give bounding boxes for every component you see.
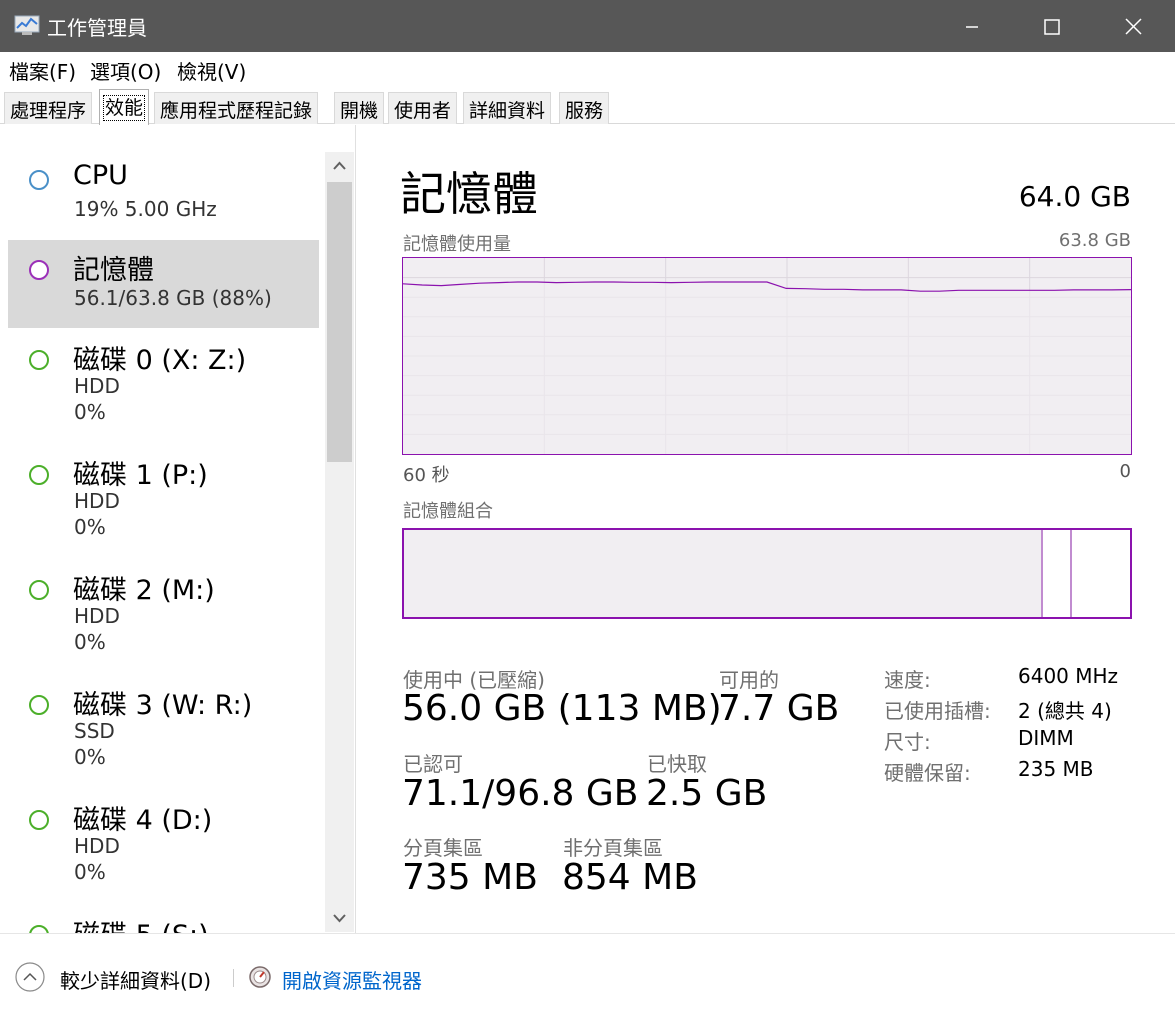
sidebar-item-disk-5[interactable]: 磁碟 5 (S:) xyxy=(8,905,319,933)
sidebar-scrollbar[interactable] xyxy=(325,152,354,932)
disk-indicator-icon xyxy=(29,465,49,485)
tab-processes[interactable]: 處理程序 xyxy=(4,92,93,124)
open-resource-monitor-link[interactable]: 開啟資源監視器 xyxy=(282,965,422,994)
scrollbar-thumb[interactable] xyxy=(327,182,352,462)
sidebar-item-name: 磁碟 1 (P:) xyxy=(73,460,208,491)
menu-file[interactable]: 檔案(F) xyxy=(9,56,76,85)
available-value: 7.7 GB xyxy=(718,688,840,729)
chevron-up-icon[interactable] xyxy=(14,961,46,993)
sidebar-item-disk-2[interactable]: 磁碟 2 (M:) HDD 0% xyxy=(8,560,319,670)
resource-list: CPU 19% 5.00 GHz 記憶體 56.1/63.8 GB (88%) … xyxy=(0,125,356,933)
in-use-value: 56.0 GB (113 MB) xyxy=(402,688,722,729)
tab-label: 詳細資料 xyxy=(469,100,546,122)
sidebar-item-type: HDD xyxy=(74,374,120,398)
scroll-up-icon[interactable] xyxy=(325,152,354,180)
composition-in-use xyxy=(404,530,1043,617)
menu-options[interactable]: 選項(O) xyxy=(90,56,161,85)
memory-total: 64.0 GB xyxy=(1018,180,1131,213)
tab-label: 處理程序 xyxy=(10,100,87,122)
nonpaged-pool-value: 854 MB xyxy=(562,857,698,898)
tab-label: 應用程式歷程記錄 xyxy=(160,100,313,122)
tab-label: 效能 xyxy=(102,95,146,121)
title-bar: 工作管理員 xyxy=(0,0,1175,52)
disk-indicator-icon xyxy=(29,810,49,830)
tab-bar: 處理程序 效能 應用程式歷程記錄 開機 使用者 詳細資料 服務 xyxy=(0,86,1175,125)
memory-indicator-icon xyxy=(29,260,49,280)
sidebar-item-usage: 0% xyxy=(74,745,106,769)
sidebar-item-cpu[interactable]: CPU 19% 5.00 GHz xyxy=(8,150,319,238)
cached-value: 2.5 GB xyxy=(646,773,768,814)
graph-axis-right: 0 xyxy=(1119,461,1131,482)
hardware-reserved-value: 235 MB xyxy=(1018,757,1094,781)
sidebar-item-type: SSD xyxy=(74,719,115,743)
speed-label: 速度: xyxy=(884,668,931,692)
footer-bar: 較少詳細資料(D) 開啟資源監視器 xyxy=(0,933,1175,1020)
fewer-details-button[interactable]: 較少詳細資料(D) xyxy=(60,965,211,994)
sidebar-item-usage: 0% xyxy=(74,400,106,424)
sidebar-item-usage: 0% xyxy=(74,630,106,654)
composition-modified xyxy=(1043,530,1072,617)
form-factor-value: DIMM xyxy=(1018,726,1074,750)
sidebar-item-type: HDD xyxy=(74,489,120,513)
graph-axis-left: 60 秒 xyxy=(403,465,450,486)
hardware-reserved-label: 硬體保留: xyxy=(884,761,971,785)
tab-performance[interactable]: 效能 xyxy=(99,89,150,125)
form-factor-label: 尺寸: xyxy=(884,730,931,754)
committed-value: 71.1/96.8 GB xyxy=(402,773,639,814)
sidebar-item-name: 磁碟 3 (W: R:) xyxy=(73,690,253,721)
sidebar-item-disk-0[interactable]: 磁碟 0 (X: Z:) HDD 0% xyxy=(8,330,319,440)
tab-startup[interactable]: 開機 xyxy=(334,92,385,124)
sidebar-item-detail: 56.1/63.8 GB (88%) xyxy=(74,286,272,310)
menu-bar: 檔案(F) 選項(O) 檢視(V) xyxy=(0,52,1175,86)
sidebar-item-disk-3[interactable]: 磁碟 3 (W: R:) SSD 0% xyxy=(8,675,319,785)
tab-details[interactable]: 詳細資料 xyxy=(463,92,552,124)
close-icon[interactable] xyxy=(1093,0,1173,52)
sidebar-item-type: HDD xyxy=(74,834,120,858)
sidebar-item-name: 磁碟 5 (S:) xyxy=(73,913,209,933)
sidebar-item-name: 記憶體 xyxy=(73,255,154,286)
slots-value: 2 (總共 4) xyxy=(1018,699,1112,723)
usage-graph-max: 63.8 GB xyxy=(1058,230,1131,251)
scroll-down-icon[interactable] xyxy=(325,904,354,932)
resource-monitor-icon[interactable] xyxy=(248,965,272,989)
footer-divider xyxy=(233,969,234,987)
sidebar-item-name: 磁碟 0 (X: Z:) xyxy=(73,345,247,376)
memory-usage-graph xyxy=(402,257,1132,455)
sidebar-item-disk-4[interactable]: 磁碟 4 (D:) HDD 0% xyxy=(8,790,319,900)
tab-app-history[interactable]: 應用程式歷程記錄 xyxy=(154,92,319,124)
tab-services[interactable]: 服務 xyxy=(559,92,610,124)
sidebar-item-name: CPU xyxy=(73,160,128,191)
speed-value: 6400 MHz xyxy=(1018,664,1119,688)
composition-label: 記憶體組合 xyxy=(403,501,493,522)
usage-graph-canvas xyxy=(403,258,1131,454)
sidebar-item-name: 磁碟 4 (D:) xyxy=(73,805,213,836)
disk-indicator-icon xyxy=(29,350,49,370)
tab-label: 服務 xyxy=(565,100,604,122)
disk-indicator-icon xyxy=(29,695,49,715)
maximize-icon[interactable] xyxy=(1012,0,1092,52)
paged-pool-value: 735 MB xyxy=(402,857,538,898)
usage-area xyxy=(403,282,1131,454)
sidebar-item-usage: 0% xyxy=(74,515,106,539)
slots-label: 已使用插槽: xyxy=(884,699,991,723)
disk-indicator-icon xyxy=(29,925,49,933)
tab-label: 開機 xyxy=(340,100,379,122)
usage-graph-label: 記憶體使用量 xyxy=(403,234,511,255)
sidebar-item-detail: 19% 5.00 GHz xyxy=(74,197,217,221)
task-manager-app-icon xyxy=(14,15,40,35)
sidebar-item-name: 磁碟 2 (M:) xyxy=(73,575,215,606)
sidebar-item-usage: 0% xyxy=(74,860,106,884)
window-title: 工作管理員 xyxy=(47,16,147,40)
tab-label: 使用者 xyxy=(394,100,452,122)
sidebar-item-memory[interactable]: 記憶體 56.1/63.8 GB (88%) xyxy=(8,240,319,328)
page-title: 記憶體 xyxy=(400,167,538,221)
cpu-indicator-icon xyxy=(29,170,49,190)
memory-composition-bar xyxy=(402,528,1132,619)
minimize-icon[interactable] xyxy=(932,0,1012,52)
disk-indicator-icon xyxy=(29,580,49,600)
sidebar-item-disk-1[interactable]: 磁碟 1 (P:) HDD 0% xyxy=(8,445,319,555)
sidebar-item-type: HDD xyxy=(74,604,120,628)
menu-view[interactable]: 檢視(V) xyxy=(177,56,246,85)
tab-users[interactable]: 使用者 xyxy=(388,92,458,124)
